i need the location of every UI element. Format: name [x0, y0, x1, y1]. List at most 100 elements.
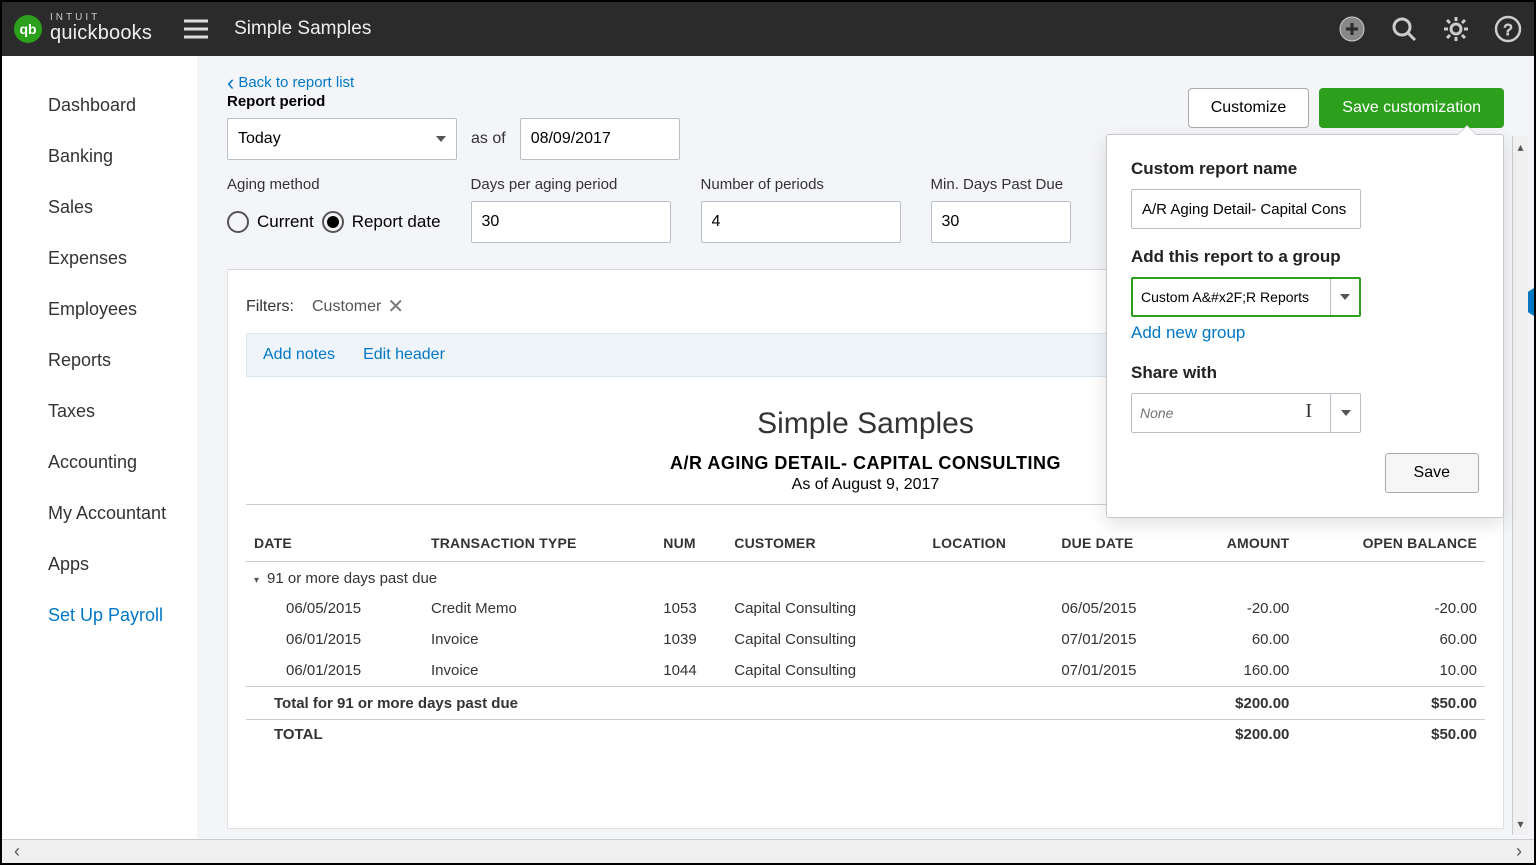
aging-report-date-radio[interactable] [322, 211, 344, 233]
group-row[interactable]: 91 or more days past due [246, 562, 1485, 594]
number-of-periods-input[interactable] [701, 201, 901, 243]
aging-current-label: Current [257, 212, 314, 232]
group-toggle-icon[interactable] [254, 570, 267, 587]
edit-header-link[interactable]: Edit header [363, 346, 445, 364]
sidebar-item-expenses[interactable]: Expenses [2, 233, 197, 284]
cell-date: 06/05/2015 [246, 593, 423, 624]
cell-date: 06/01/2015 [246, 624, 423, 655]
save-customization-popover: Custom report name A/R Aging Detail- Cap… [1106, 134, 1504, 518]
popover-save-button[interactable]: Save [1385, 453, 1479, 493]
brand-block: INTUIT quickbooks [50, 14, 152, 45]
brand-text: quickbooks [50, 22, 152, 45]
scroll-right-icon[interactable]: › [1516, 841, 1522, 862]
share-with-combo[interactable]: I [1131, 393, 1361, 433]
scroll-up-icon[interactable]: ▴ [1517, 140, 1523, 154]
plus-icon[interactable] [1338, 15, 1366, 43]
vertical-scrollbar[interactable]: ▴ ▾ [1512, 136, 1528, 835]
sidebar-item-apps[interactable]: Apps [2, 539, 197, 590]
hamburger-icon[interactable] [182, 15, 210, 43]
scroll-down-icon[interactable]: ▾ [1517, 817, 1523, 831]
share-with-input[interactable] [1132, 394, 1330, 432]
cell-type: Invoice [423, 655, 655, 687]
cell-location [924, 593, 1053, 624]
filter-remove-icon[interactable]: ✕ [387, 294, 404, 319]
group-combo-input[interactable] [1133, 279, 1330, 315]
aging-report-date-label: Report date [352, 212, 441, 232]
number-of-periods-label: Number of periods [701, 176, 901, 193]
col-due-date: DUE DATE [1053, 525, 1184, 562]
aging-method-label: Aging method [227, 176, 441, 193]
scroll-left-icon[interactable]: ‹ [14, 841, 20, 862]
brand-intuit: INTUIT [50, 14, 152, 22]
min-days-past-due-input[interactable] [931, 201, 1071, 243]
sidebar-item-my-accountant[interactable]: My Accountant [2, 488, 197, 539]
col-amount: AMOUNT [1184, 525, 1297, 562]
search-icon[interactable] [1390, 15, 1418, 43]
group-combo-dropdown-button[interactable] [1330, 279, 1359, 315]
report-table: DATE TRANSACTION TYPE NUM CUSTOMER LOCAT… [246, 525, 1485, 751]
custom-report-name-input[interactable]: A/R Aging Detail- Capital Cons [1131, 189, 1361, 229]
sidebar-item-taxes[interactable]: Taxes [2, 386, 197, 437]
table-row[interactable]: 06/01/2015 Invoice 1039 Capital Consulti… [246, 624, 1485, 655]
sidebar-item-sales[interactable]: Sales [2, 182, 197, 233]
group-combo[interactable] [1131, 277, 1361, 317]
text-cursor-icon: I [1305, 400, 1312, 423]
custom-report-name-label: Custom report name [1131, 159, 1479, 179]
cell-type: Credit Memo [423, 593, 655, 624]
table-row[interactable]: 06/01/2015 Invoice 1044 Capital Consulti… [246, 655, 1485, 687]
gear-icon[interactable] [1442, 15, 1470, 43]
sidebar-item-dashboard[interactable]: Dashboard [2, 80, 197, 131]
subtotal-amount: $200.00 [1184, 687, 1297, 720]
save-customization-button[interactable]: Save customization [1319, 88, 1504, 128]
share-with-dropdown-button[interactable] [1330, 394, 1360, 432]
table-row[interactable]: 06/05/2015 Credit Memo 1053 Capital Cons… [246, 593, 1485, 624]
as-of-label: as of [471, 130, 506, 148]
min-days-past-due-label: Min. Days Past Due [931, 176, 1071, 193]
help-icon[interactable]: ? [1494, 15, 1522, 43]
report-period-select[interactable]: Today [227, 118, 457, 160]
col-open-balance: OPEN BALANCE [1297, 525, 1485, 562]
filter-name: Customer [312, 298, 381, 316]
col-transaction-type: TRANSACTION TYPE [423, 525, 655, 562]
cell-num: 1039 [655, 624, 726, 655]
horizontal-scrollbar[interactable]: ‹ › [2, 839, 1534, 863]
cell-customer: Capital Consulting [726, 624, 924, 655]
subtotal-row: Total for 91 or more days past due $200.… [246, 687, 1485, 720]
col-num: NUM [655, 525, 726, 562]
cell-customer: Capital Consulting [726, 593, 924, 624]
sidebar-item-banking[interactable]: Banking [2, 131, 197, 182]
customize-button[interactable]: Customize [1188, 88, 1310, 128]
sidebar-item-employees[interactable]: Employees [2, 284, 197, 335]
filter-customer-chip: Customer ✕ [312, 294, 404, 319]
col-date: DATE [246, 525, 423, 562]
content-area: Back to report list Report period Custom… [197, 56, 1534, 839]
cell-amount: -20.00 [1184, 593, 1297, 624]
cell-amount: 60.00 [1184, 624, 1297, 655]
cell-type: Invoice [423, 624, 655, 655]
add-new-group-link[interactable]: Add new group [1131, 323, 1245, 343]
group-header-text: 91 or more days past due [267, 570, 437, 587]
cell-date: 06/01/2015 [246, 655, 423, 687]
share-with-label: Share with [1131, 363, 1479, 383]
cell-num: 1044 [655, 655, 726, 687]
total-label: TOTAL [246, 720, 1184, 752]
cell-open: -20.00 [1297, 593, 1485, 624]
company-name: Simple Samples [234, 18, 371, 40]
chevron-down-icon [1340, 294, 1350, 300]
cell-due: 06/05/2015 [1053, 593, 1184, 624]
sidebar-item-set-up-payroll[interactable]: Set Up Payroll [2, 590, 197, 641]
chevron-down-icon [436, 136, 446, 142]
sidebar-item-accounting[interactable]: Accounting [2, 437, 197, 488]
total-open: $50.00 [1297, 720, 1485, 752]
col-customer: CUSTOMER [726, 525, 924, 562]
aging-current-radio[interactable] [227, 211, 249, 233]
sidebar-item-reports[interactable]: Reports [2, 335, 197, 386]
total-amount: $200.00 [1184, 720, 1297, 752]
as-of-date-input[interactable] [520, 118, 680, 160]
days-per-aging-input[interactable] [471, 201, 671, 243]
add-to-group-label: Add this report to a group [1131, 247, 1479, 267]
filters-label: Filters: [246, 298, 294, 316]
cell-num: 1053 [655, 593, 726, 624]
subtotal-label: Total for 91 or more days past due [246, 687, 1184, 720]
add-notes-link[interactable]: Add notes [263, 346, 335, 364]
